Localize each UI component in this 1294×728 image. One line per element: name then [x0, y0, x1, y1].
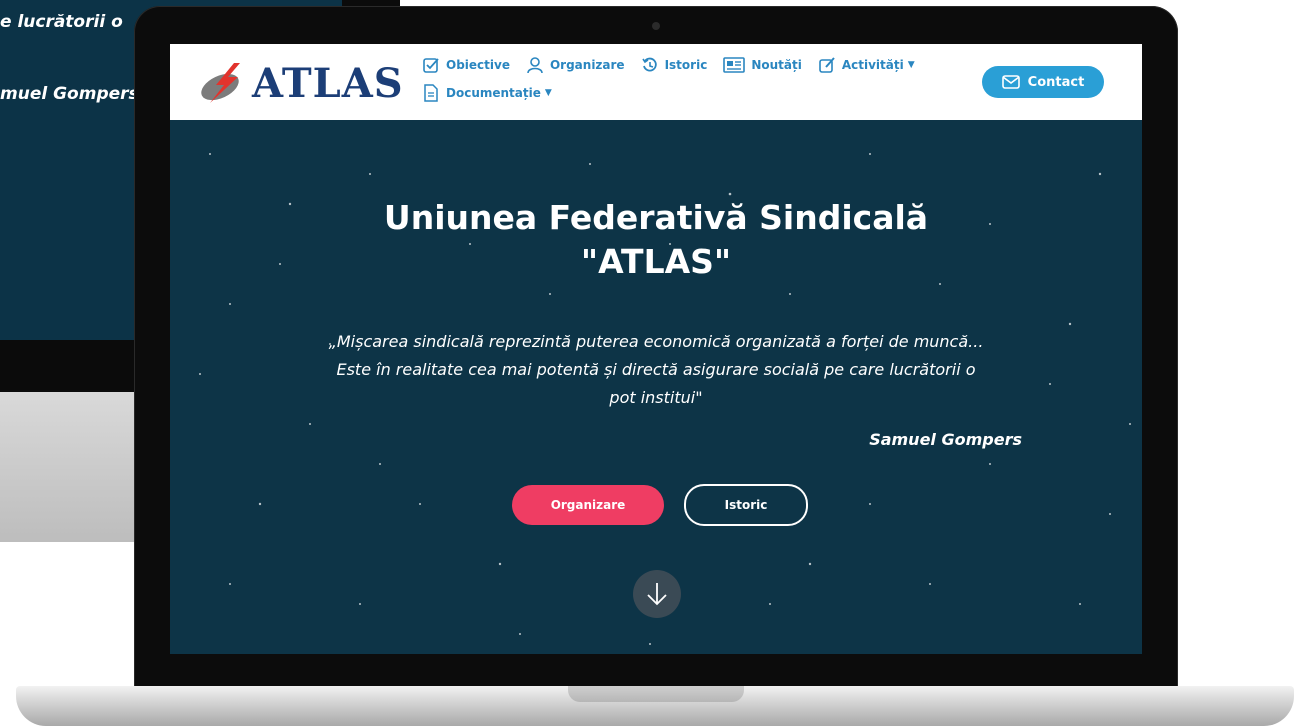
- quote-line3: pot institui": [609, 388, 703, 407]
- contact-button[interactable]: Contact: [982, 66, 1104, 98]
- hero-title: Uniunea Federativă Sindicală "ATLAS": [170, 196, 1142, 284]
- nav-label: Noutăți: [751, 58, 802, 72]
- camera-icon: [652, 22, 660, 30]
- quote-line2: Este în realitate cea mai potentă și dir…: [336, 360, 976, 379]
- edit-icon: [819, 57, 835, 73]
- background-author-fragment: muel Gompers: [0, 84, 139, 104]
- nav-label: Documentație: [446, 86, 541, 100]
- atlas-logo[interactable]: ATLAS: [198, 58, 404, 108]
- document-icon: [424, 84, 438, 102]
- nav-item-obiective[interactable]: Obiective: [422, 56, 510, 74]
- lightning-logo-icon: [201, 63, 240, 103]
- scroll-down-button[interactable]: [633, 570, 681, 618]
- nav-label: Istoric: [664, 58, 708, 72]
- quote-author: Samuel Gompers: [869, 430, 1022, 449]
- hero-title-line2: "ATLAS": [580, 242, 732, 281]
- hero-title-line1: Uniunea Federativă Sindicală: [383, 198, 929, 237]
- newspaper-icon: [723, 57, 746, 73]
- nav-label: Organizare: [549, 58, 625, 72]
- arrow-down-icon: [647, 583, 667, 606]
- background-quote-fragment: e lucrătorii o: [0, 12, 123, 32]
- nav-label: Activități: [841, 58, 904, 72]
- istoric-button[interactable]: Istoric: [684, 484, 808, 526]
- checkbox-icon: [423, 58, 439, 73]
- laptop-screen: ATLAS Obiective Organizare Istoric Noută…: [170, 44, 1142, 654]
- main-nav: Obiective Organizare Istoric Noutăți Act…: [422, 56, 942, 102]
- chevron-down-icon: ▼: [544, 88, 552, 98]
- laptop-notch: [568, 686, 744, 702]
- contact-label: Contact: [1027, 74, 1085, 90]
- quote-line1: „Mișcarea sindicală reprezintă puterea e…: [328, 332, 984, 351]
- nav-item-noutati[interactable]: Noutăți: [723, 56, 802, 74]
- mail-icon: [1001, 75, 1020, 89]
- site-header: ATLAS Obiective Organizare Istoric Noută…: [170, 44, 1142, 120]
- hero-quote: „Mișcarea sindicală reprezintă puterea e…: [290, 328, 1022, 412]
- history-icon: [641, 57, 657, 72]
- nav-label: Obiective: [446, 58, 510, 72]
- logo-text: ATLAS: [252, 59, 404, 107]
- user-icon: [527, 57, 543, 74]
- nav-item-organizare[interactable]: Organizare: [526, 56, 625, 74]
- nav-item-documentatie[interactable]: Documentație ▼: [422, 84, 552, 102]
- organizare-button[interactable]: Organizare: [512, 485, 664, 525]
- nav-item-istoric[interactable]: Istoric: [641, 56, 708, 74]
- nav-item-activitati[interactable]: Activități ▼: [818, 56, 915, 74]
- background-monitor-stand: [0, 392, 140, 542]
- chevron-down-icon: ▼: [907, 60, 915, 70]
